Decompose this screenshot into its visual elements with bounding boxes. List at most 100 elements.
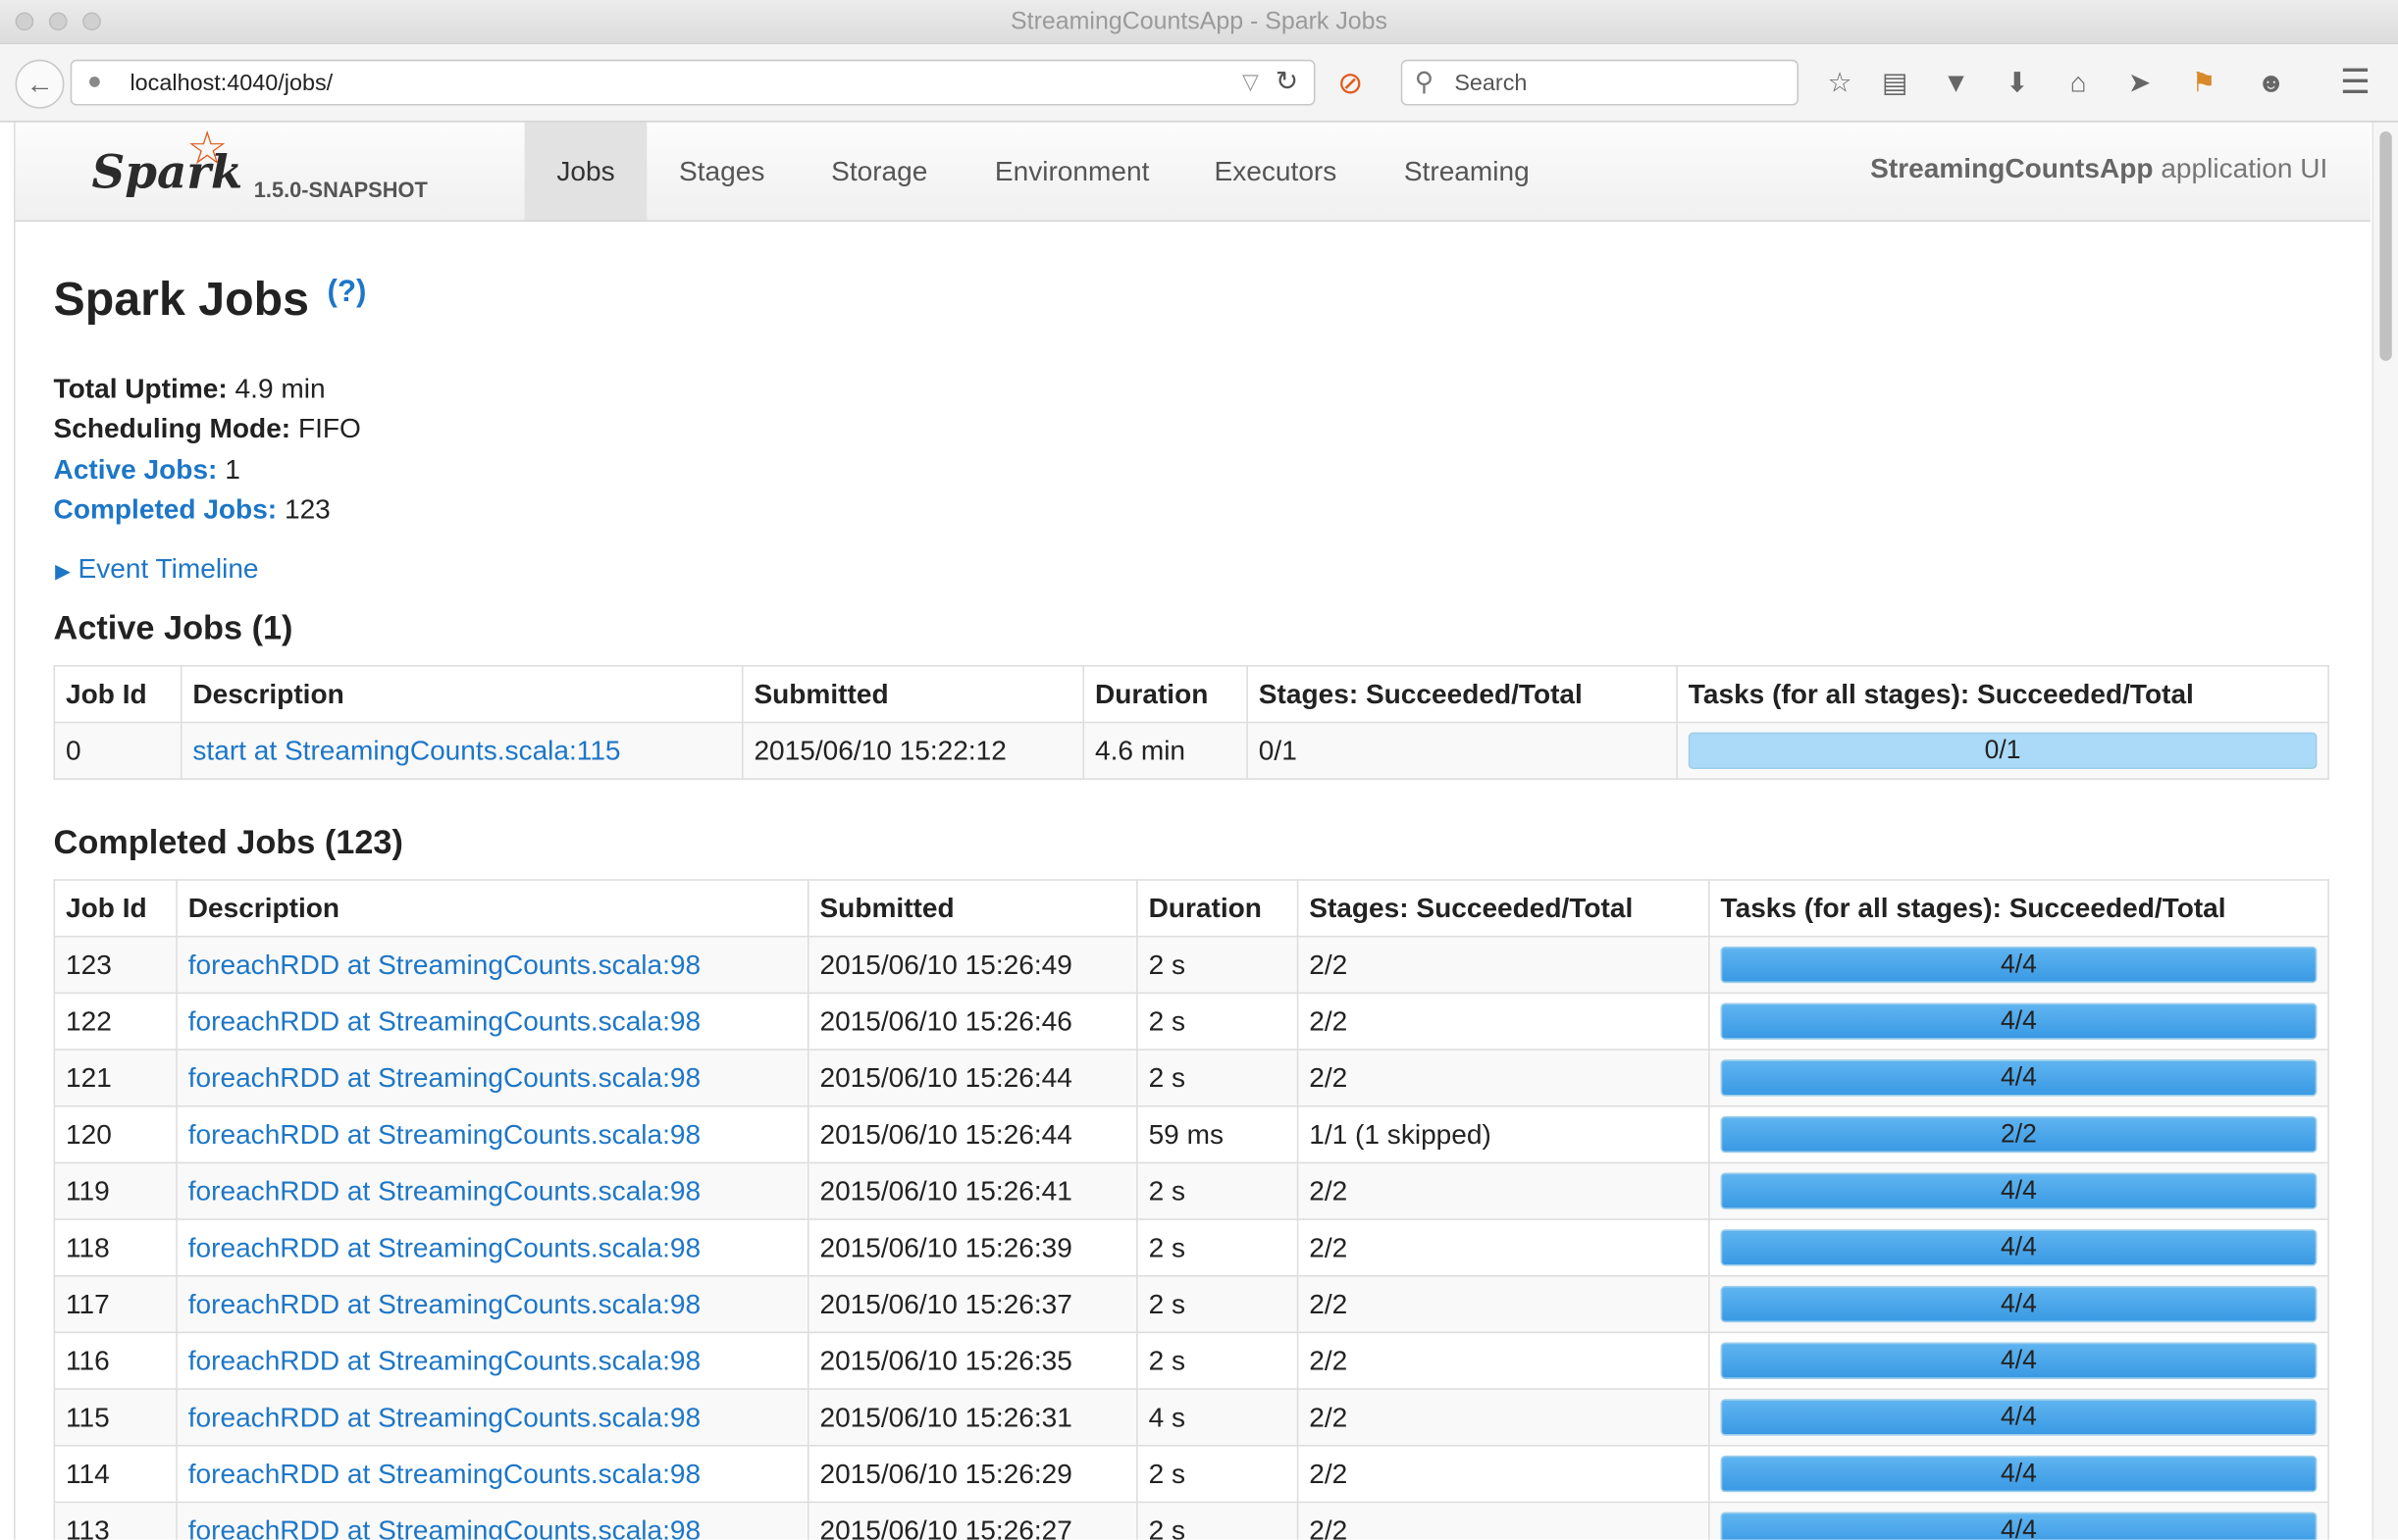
stages-value: 2/2 — [1309, 1514, 1348, 1540]
description-cell[interactable]: foreachRDD at StreamingCounts.scala:98 — [176, 1444, 809, 1504]
job-id-value: 120 — [66, 1118, 112, 1150]
column-header[interactable]: Job Id — [53, 665, 182, 724]
task-progress-bar: 4/4 — [1720, 946, 2318, 984]
stages-value: 2/2 — [1309, 1174, 1348, 1206]
stages-cell: 2/2 — [1296, 1501, 1710, 1540]
blocked-addon-icon[interactable]: ⊘ — [1330, 63, 1371, 103]
submitted-value: 2015/06/10 15:26:44 — [819, 1061, 1072, 1093]
stages-value: 2/2 — [1309, 1401, 1348, 1432]
tasks-cell: 4/4 — [1708, 1161, 2329, 1220]
submitted-cell: 2015/06/10 15:26:44 — [807, 1049, 1138, 1107]
column-header[interactable]: Duration — [1082, 665, 1248, 724]
task-progress-bar: 4/4 — [1720, 1342, 2318, 1379]
column-header[interactable]: Description — [180, 665, 744, 724]
url-text[interactable]: localhost:4040/jobs/ — [130, 71, 333, 96]
column-header[interactable]: Tasks (for all stages): Succeeded/Total — [1708, 879, 2329, 938]
tab-executors[interactable]: Executors — [1196, 123, 1355, 221]
submitted-value: 2015/06/10 15:26:39 — [819, 1231, 1072, 1262]
tab-stages[interactable]: Stages — [657, 123, 786, 221]
reload-icon[interactable]: ↻ — [1276, 66, 1299, 98]
event-timeline-label: Event Timeline — [78, 553, 259, 585]
column-header[interactable]: Tasks (for all stages): Succeeded/Total — [1676, 665, 2329, 724]
home-icon[interactable]: ⌂ — [2059, 63, 2099, 103]
url-bar[interactable]: ● localhost:4040/jobs/ ▽ ↻ — [70, 59, 1316, 106]
description-cell[interactable]: foreachRDD at StreamingCounts.scala:98 — [176, 1501, 809, 1540]
submitted-cell: 2015/06/10 15:26:41 — [807, 1161, 1138, 1220]
completed-jobs-link[interactable]: Completed Jobs: — [54, 493, 278, 524]
stages-value: 2/2 — [1309, 1004, 1348, 1037]
column-header[interactable]: Stages: Succeeded/Total — [1246, 665, 1678, 724]
job-description-link[interactable]: foreachRDD at StreamingCounts.scala:98 — [188, 1175, 701, 1206]
description-cell[interactable]: start at StreamingCounts.scala:115 — [180, 721, 744, 780]
tasks-cell: 4/4 — [1708, 1049, 2329, 1107]
description-cell[interactable]: foreachRDD at StreamingCounts.scala:98 — [176, 935, 809, 995]
column-header[interactable]: Submitted — [741, 665, 1085, 724]
download-icon[interactable]: ⬇ — [1998, 63, 2038, 103]
job-description-link[interactable]: foreachRDD at StreamingCounts.scala:98 — [188, 1232, 701, 1262]
task-progress-bar: 4/4 — [1720, 1229, 2318, 1266]
menu-icon[interactable]: ☰ — [2334, 63, 2377, 103]
table-row: 0 start at StreamingCounts.scala:115 2015/… — [53, 721, 2329, 780]
description-cell[interactable]: foreachRDD at StreamingCounts.scala:98 — [176, 1274, 809, 1334]
tab-streaming[interactable]: Streaming — [1385, 123, 1547, 221]
job-description-link[interactable]: foreachRDD at StreamingCounts.scala:98 — [188, 1005, 701, 1036]
job-description-link[interactable]: start at StreamingCounts.scala:115 — [192, 735, 620, 765]
column-header[interactable]: Description — [176, 879, 809, 938]
addon-icon[interactable]: ⚑ — [2184, 63, 2224, 103]
help-link[interactable]: (?) — [328, 276, 367, 311]
job-id-value: 114 — [66, 1458, 110, 1489]
vertical-scrollbar[interactable] — [2372, 122, 2398, 1540]
tab-environment[interactable]: Environment — [979, 123, 1166, 221]
job-description-link[interactable]: foreachRDD at StreamingCounts.scala:98 — [188, 1345, 701, 1375]
task-progress-label: 4/4 — [2001, 1458, 2037, 1488]
tasks-cell: 4/4 — [1708, 1274, 2329, 1334]
duration-value: 2 s — [1148, 1344, 1186, 1376]
search-field[interactable]: ⚲ Search — [1400, 59, 1799, 106]
column-header[interactable]: Job Id — [53, 879, 178, 938]
job-description-link[interactable]: foreachRDD at StreamingCounts.scala:98 — [188, 1288, 701, 1318]
table-row: 115 foreachRDD at StreamingCounts.scala:9… — [53, 1388, 2329, 1447]
job-description-link[interactable]: foreachRDD at StreamingCounts.scala:98 — [188, 1458, 701, 1488]
submitted-cell: 2015/06/10 15:26:37 — [807, 1274, 1138, 1334]
chat-icon[interactable]: ☻ — [2251, 63, 2291, 103]
job-description-link[interactable]: foreachRDD at StreamingCounts.scala:98 — [188, 949, 701, 979]
bookmark-star-icon[interactable]: ☆ — [1820, 63, 1860, 103]
dropdown-triangle-icon[interactable]: ▽ — [1242, 69, 1259, 94]
duration-cell: 2 s — [1136, 1161, 1299, 1220]
submitted-cell: 2015/06/10 15:26:29 — [807, 1444, 1138, 1504]
task-progress-bar: 4/4 — [1720, 1285, 2318, 1323]
description-cell[interactable]: foreachRDD at StreamingCounts.scala:98 — [176, 1161, 809, 1220]
stages-cell: 0/1 — [1246, 721, 1678, 780]
submitted-cell: 2015/06/10 15:26:44 — [807, 1104, 1138, 1164]
tab-storage[interactable]: Storage — [810, 123, 948, 221]
back-button[interactable]: ← — [15, 59, 65, 109]
description-cell[interactable]: foreachRDD at StreamingCounts.scala:98 — [176, 992, 809, 1051]
description-cell[interactable]: foreachRDD at StreamingCounts.scala:98 — [176, 1049, 809, 1107]
job-description-link[interactable]: foreachRDD at StreamingCounts.scala:98 — [188, 1118, 701, 1149]
reading-list-icon[interactable]: ▤ — [1875, 63, 1915, 103]
column-header[interactable]: Stages: Succeeded/Total — [1296, 879, 1710, 938]
pocket-icon[interactable]: ▼ — [1936, 63, 1976, 103]
job-description-link[interactable]: foreachRDD at StreamingCounts.scala:98 — [188, 1402, 701, 1432]
tab-jobs[interactable]: Jobs — [524, 122, 648, 221]
tasks-cell: 4/4 — [1708, 935, 2329, 995]
description-cell[interactable]: foreachRDD at StreamingCounts.scala:98 — [176, 1218, 809, 1277]
column-header[interactable]: Submitted — [807, 879, 1138, 938]
submitted-cell: 2015/06/10 15:26:31 — [807, 1388, 1138, 1447]
event-timeline-toggle[interactable]: ▶ Event Timeline — [55, 553, 258, 586]
duration-cell: 2 s — [1136, 1331, 1299, 1390]
duration-value: 2 s — [1148, 1004, 1186, 1037]
description-cell[interactable]: foreachRDD at StreamingCounts.scala:98 — [176, 1388, 809, 1447]
scrollbar-thumb[interactable] — [2379, 131, 2392, 361]
send-icon[interactable]: ➤ — [2119, 63, 2160, 103]
job-id-cell: 113 — [53, 1501, 178, 1540]
description-cell[interactable]: foreachRDD at StreamingCounts.scala:98 — [176, 1331, 809, 1390]
task-progress-label: 4/4 — [2001, 1514, 2037, 1540]
column-header[interactable]: Duration — [1136, 879, 1299, 938]
active-jobs-link[interactable]: Active Jobs: — [54, 454, 218, 485]
job-description-link[interactable]: foreachRDD at StreamingCounts.scala:98 — [188, 1514, 701, 1540]
duration-value: 4 s — [1148, 1401, 1186, 1432]
description-cell[interactable]: foreachRDD at StreamingCounts.scala:98 — [176, 1104, 809, 1164]
submitted-cell: 2015/06/10 15:26:49 — [807, 935, 1138, 995]
job-description-link[interactable]: foreachRDD at StreamingCounts.scala:98 — [188, 1062, 701, 1093]
